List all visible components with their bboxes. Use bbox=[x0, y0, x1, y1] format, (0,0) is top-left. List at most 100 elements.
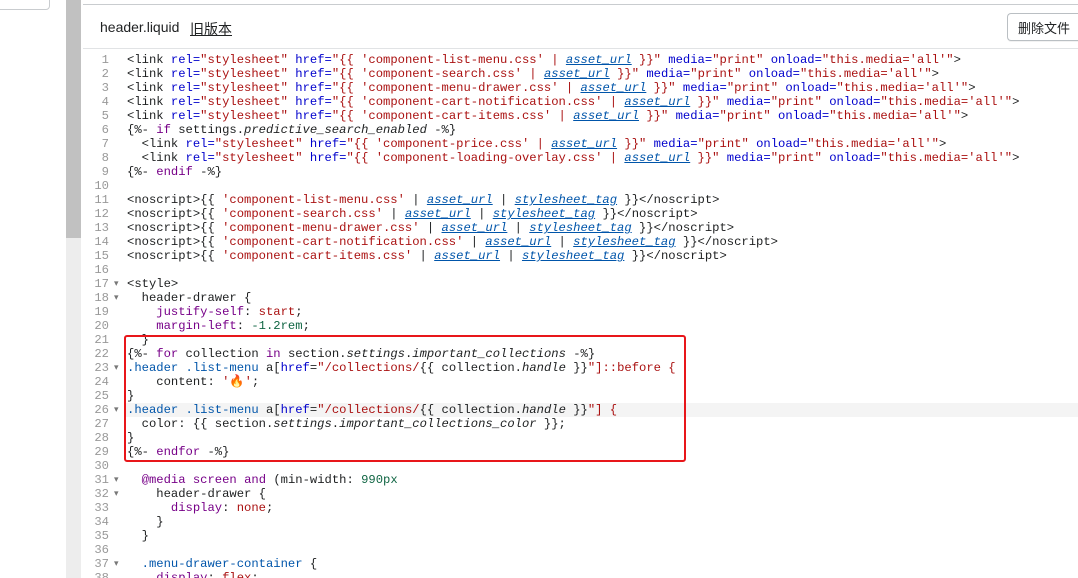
line-number: 31 bbox=[94, 473, 109, 487]
line-number: 25 bbox=[94, 389, 109, 403]
code-line[interactable]: 32 ▾ header-drawer { bbox=[83, 487, 1078, 501]
code-text: justify-self: start; bbox=[156, 305, 303, 319]
line-number: 2 bbox=[101, 67, 109, 81]
line-number: 6 bbox=[101, 123, 109, 137]
code-line[interactable]: 21 } bbox=[83, 333, 1078, 347]
line-number: 14 bbox=[94, 235, 109, 249]
line-number: 27 bbox=[94, 417, 109, 431]
code-text: <link rel="stylesheet" href="{{ 'compone… bbox=[127, 151, 1020, 165]
code-line[interactable]: 15 <noscript>{{ 'component-cart-items.css… bbox=[83, 249, 1078, 263]
line-number: 20 bbox=[94, 319, 109, 333]
left-panel bbox=[0, 0, 66, 578]
line-number: 7 bbox=[101, 137, 109, 151]
code-line[interactable]: 17 ▾ <style> bbox=[83, 277, 1078, 291]
code-line[interactable]: 6 {%- if settings.predictive_search_enabl… bbox=[83, 123, 1078, 137]
line-number: 1 bbox=[101, 53, 109, 67]
code-line[interactable]: 29 {%- endfor -%} bbox=[83, 445, 1078, 459]
code-text: .header .list-menu a[href="/collections/… bbox=[127, 403, 618, 417]
code-line[interactable]: 5 <link rel="stylesheet" href="{{ 'compon… bbox=[83, 109, 1078, 123]
code-line[interactable]: 31 ▾ @media screen and (min-width: 990px bbox=[83, 473, 1078, 487]
code-area[interactable]: 1 <link rel="stylesheet" href="{{ 'compon… bbox=[83, 52, 1078, 578]
code-line[interactable]: 34 } bbox=[83, 515, 1078, 529]
code-line[interactable]: 23 ▾ .header .list-menu a[href="/collectio… bbox=[83, 361, 1078, 375]
code-line[interactable]: 27 color: {{ section.settings.important_… bbox=[83, 417, 1078, 431]
code-editor: header.liquid 旧版本 删除文件 1 <link rel="style… bbox=[83, 0, 1078, 578]
line-number: 29 bbox=[94, 445, 109, 459]
line-number: 11 bbox=[94, 193, 109, 207]
code-text: {%- for collection in section.settings.i… bbox=[127, 347, 596, 361]
code-line[interactable]: 30 bbox=[83, 459, 1078, 473]
code-text: header-drawer { bbox=[127, 487, 266, 501]
line-number: 10 bbox=[94, 179, 109, 193]
code-line[interactable]: 3 <link rel="stylesheet" href="{{ 'compon… bbox=[83, 81, 1078, 95]
code-text: <link rel="stylesheet" href="{{ 'compone… bbox=[127, 53, 961, 67]
code-text: } bbox=[127, 515, 164, 529]
fold-arrow-icon[interactable]: ▾ bbox=[114, 291, 119, 305]
line-number: 38 bbox=[94, 571, 109, 578]
fold-arrow-icon[interactable]: ▾ bbox=[114, 487, 119, 501]
line-number: 12 bbox=[94, 207, 109, 221]
code-line[interactable]: 36 bbox=[83, 543, 1078, 557]
line-number: 37 bbox=[94, 557, 109, 571]
delete-file-button[interactable]: 删除文件 bbox=[1007, 13, 1078, 41]
line-number: 23 bbox=[94, 361, 109, 375]
code-text: .header .list-menu a[href="/collections/… bbox=[127, 361, 676, 375]
line-number: 16 bbox=[94, 263, 109, 277]
code-line[interactable]: 14 <noscript>{{ 'component-cart-notificat… bbox=[83, 235, 1078, 249]
code-line[interactable]: 9 {%- endif -%} bbox=[83, 165, 1078, 179]
line-number: 35 bbox=[94, 529, 109, 543]
code-line[interactable]: 33 display: none; bbox=[83, 501, 1078, 515]
fold-arrow-icon[interactable]: ▾ bbox=[114, 403, 119, 417]
line-number: 18 bbox=[94, 291, 109, 305]
fold-arrow-icon[interactable]: ▾ bbox=[114, 473, 119, 487]
code-line[interactable]: 35 } bbox=[83, 529, 1078, 543]
fold-arrow-icon[interactable]: ▾ bbox=[114, 277, 119, 291]
code-text: <noscript>{{ 'component-cart-items.css' … bbox=[127, 249, 727, 263]
code-line[interactable]: 22 {%- for collection in section.settings… bbox=[83, 347, 1078, 361]
fold-arrow-icon[interactable]: ▾ bbox=[114, 557, 119, 571]
code-line[interactable]: 19 justify-self: start; bbox=[83, 305, 1078, 319]
code-text: <style> bbox=[127, 277, 179, 291]
code-line[interactable]: 38 display: flex; bbox=[83, 571, 1078, 578]
code-line[interactable]: 11 <noscript>{{ 'component-list-menu.css'… bbox=[83, 193, 1078, 207]
scrollbar-thumb[interactable] bbox=[66, 0, 81, 238]
line-number: 13 bbox=[94, 221, 109, 235]
code-line[interactable]: 25} bbox=[83, 389, 1078, 403]
code-text: color: {{ section.settings.important_col… bbox=[127, 417, 566, 431]
code-text: display: none; bbox=[170, 501, 274, 515]
line-number: 24 bbox=[94, 375, 109, 389]
code-text: } bbox=[127, 333, 149, 347]
code-text: <link rel="stylesheet" href="{{ 'compone… bbox=[127, 109, 969, 123]
code-text: margin-left: -1.2rem; bbox=[156, 319, 310, 333]
line-number: 21 bbox=[94, 333, 109, 347]
code-line[interactable]: 16 bbox=[83, 263, 1078, 277]
code-line[interactable]: 20 margin-left: -1.2rem; bbox=[83, 319, 1078, 333]
line-number: 34 bbox=[94, 515, 109, 529]
code-line[interactable]: 7 <link rel="stylesheet" href="{{ 'compo… bbox=[83, 137, 1078, 151]
code-text: {%- endfor -%} bbox=[127, 445, 230, 459]
code-text: {%- if settings.predictive_search_enable… bbox=[127, 123, 457, 137]
code-line[interactable]: 13 <noscript>{{ 'component-menu-drawer.cs… bbox=[83, 221, 1078, 235]
code-line[interactable]: 18 ▾ header-drawer { bbox=[83, 291, 1078, 305]
code-line[interactable]: 10 bbox=[83, 179, 1078, 193]
line-number: 36 bbox=[94, 543, 109, 557]
code-line[interactable]: 12 <noscript>{{ 'component-search.css' | … bbox=[83, 207, 1078, 221]
code-line[interactable]: 24 content: '🔥'; bbox=[83, 375, 1078, 389]
fold-arrow-icon[interactable]: ▾ bbox=[114, 361, 119, 375]
line-number: 26 bbox=[94, 403, 109, 417]
editor-header: header.liquid 旧版本 删除文件 bbox=[83, 5, 1078, 49]
code-line[interactable]: 4 <link rel="stylesheet" href="{{ 'compon… bbox=[83, 95, 1078, 109]
line-number: 22 bbox=[94, 347, 109, 361]
code-text: {%- endif -%} bbox=[127, 165, 223, 179]
code-line[interactable]: 28} bbox=[83, 431, 1078, 445]
code-line[interactable]: 8 <link rel="stylesheet" href="{{ 'compo… bbox=[83, 151, 1078, 165]
code-line[interactable]: 2 <link rel="stylesheet" href="{{ 'compon… bbox=[83, 67, 1078, 81]
code-text: <link rel="stylesheet" href="{{ 'compone… bbox=[127, 137, 947, 151]
old-version-link[interactable]: 旧版本 bbox=[190, 19, 232, 39]
line-number: 5 bbox=[101, 109, 109, 123]
line-number: 19 bbox=[94, 305, 109, 319]
code-line[interactable]: 26 ▾ .header .list-menu a[href="/collectio… bbox=[83, 403, 1078, 417]
line-number: 33 bbox=[94, 501, 109, 515]
code-line[interactable]: 1 <link rel="stylesheet" href="{{ 'compon… bbox=[83, 53, 1078, 67]
code-line[interactable]: 37 ▾ .menu-drawer-container { bbox=[83, 557, 1078, 571]
